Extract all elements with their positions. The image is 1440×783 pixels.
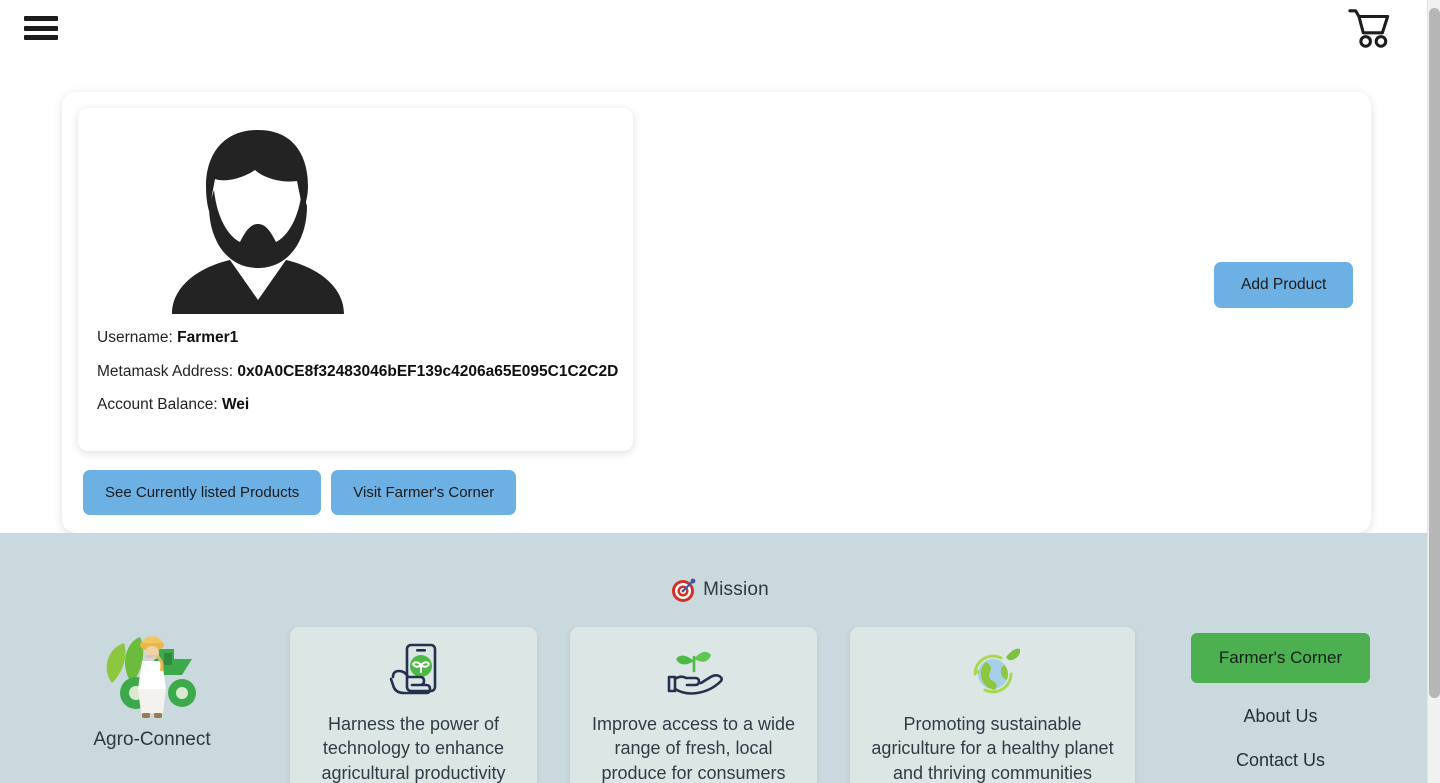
username-label: Username: <box>97 329 173 346</box>
username-row: Username: Farmer1 <box>96 330 615 346</box>
metamask-value: 0x0A0CE8f32483046bEF139c4206a65E095C1C2C… <box>237 362 619 380</box>
profile-card: Username: Farmer1 Metamask Address: 0x0A… <box>78 108 633 451</box>
mission-heading: Mission <box>0 533 1440 603</box>
mission-card-text: Improve access to a wide range of fresh,… <box>591 714 796 783</box>
mission-card-access: Improve access to a wide range of fresh,… <box>570 627 817 783</box>
user-avatar-silhouette-icon <box>172 130 344 314</box>
top-navigation-bar <box>0 0 1440 56</box>
mission-title: Mission <box>703 579 769 600</box>
brand-name: Agro-Connect <box>93 729 211 750</box>
visit-farmers-corner-button[interactable]: Visit Farmer's Corner <box>331 470 517 515</box>
hamburger-menu-icon[interactable] <box>24 14 58 42</box>
hamburger-bar-2 <box>24 25 58 31</box>
dashboard-panel: Username: Farmer1 Metamask Address: 0x0A… <box>62 92 1371 533</box>
shopping-cart-icon[interactable] <box>1346 6 1392 50</box>
mission-card-sustainability: Promoting sustainable agriculture for a … <box>850 627 1135 783</box>
footer-links-block: Farmer's Corner About Us Contact Us <box>1168 627 1393 771</box>
farmers-corner-button[interactable]: Farmer's Corner <box>1191 633 1370 683</box>
metamask-address-row: Metamask Address: 0x0A0CE8f32483046bEF13… <box>96 362 619 380</box>
mission-card-text: Harness the power of technology to enhan… <box>321 714 506 783</box>
see-listed-products-button[interactable]: See Currently listed Products <box>83 470 322 515</box>
footer-content-row: Agro-Connect Harness the power of techno… <box>0 627 1440 783</box>
hamburger-bar-3 <box>24 35 58 40</box>
site-footer: Mission Agro-Connect Harness the power o… <box>0 533 1440 783</box>
balance-label: Account Balance: <box>97 396 218 413</box>
mission-card-text: Promoting sustainable agriculture for a … <box>871 714 1114 783</box>
agro-connect-farmer-logo <box>106 636 196 718</box>
hand-holding-sprout-icon <box>667 651 723 695</box>
mission-card-technology: Harness the power of technology to enhan… <box>290 627 537 783</box>
hamburger-bar-1 <box>24 16 58 21</box>
username-value: Farmer1 <box>177 329 239 346</box>
add-product-button[interactable]: Add Product <box>1214 262 1354 308</box>
balance-value: Wei <box>221 396 250 413</box>
dart-target-icon <box>672 578 696 602</box>
brand-block: Agro-Connect <box>47 627 257 751</box>
metamask-label: Metamask Address: <box>97 362 234 380</box>
profile-action-buttons: See Currently listed Products Visit Farm… <box>83 470 517 515</box>
phone-with-plant-icon <box>389 643 436 695</box>
page-scrollbar[interactable] <box>1427 0 1440 783</box>
about-us-link[interactable]: About Us <box>1243 706 1317 727</box>
contact-us-link[interactable]: Contact Us <box>1236 750 1325 771</box>
scrollbar-thumb[interactable] <box>1429 8 1440 698</box>
account-balance-row: Account Balance: Wei <box>96 397 615 413</box>
globe-recycle-leaf-icon <box>973 648 1020 694</box>
